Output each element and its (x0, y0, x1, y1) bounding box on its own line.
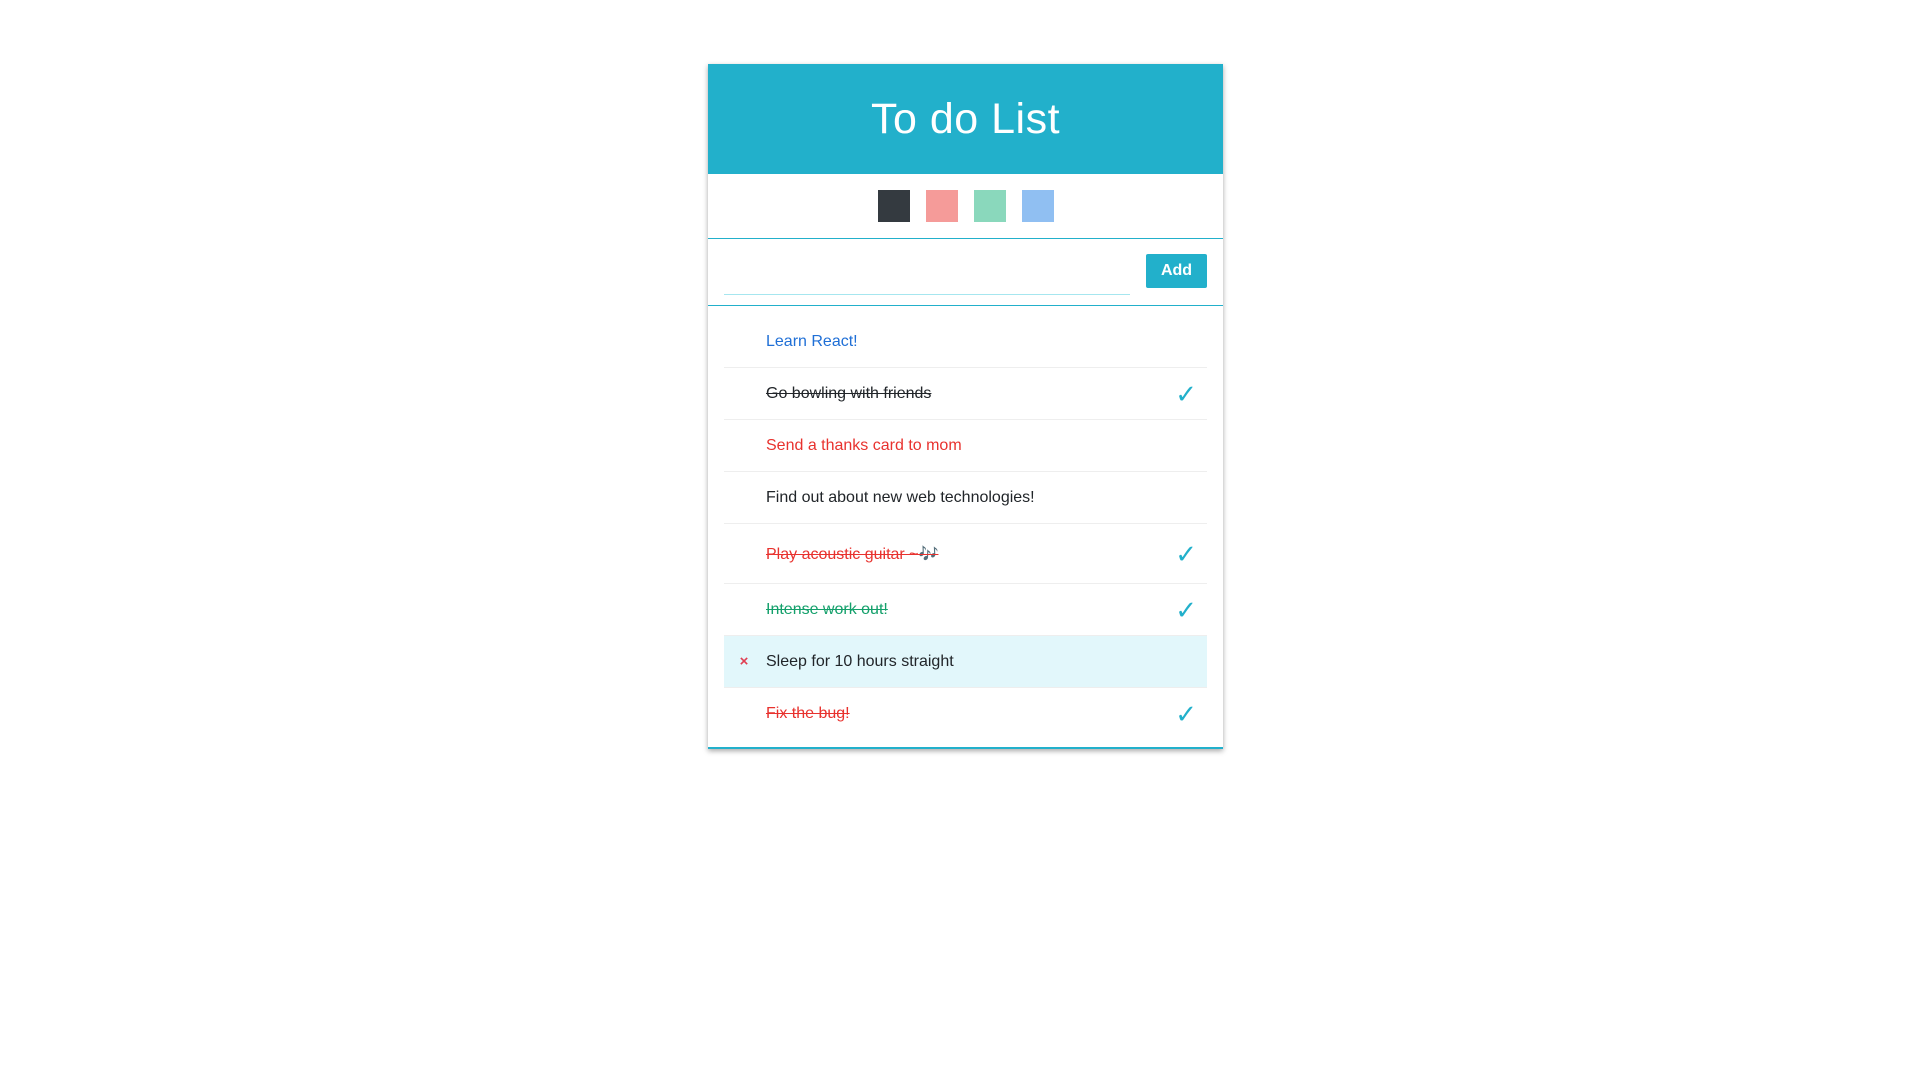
color-swatch-mint[interactable] (973, 190, 1006, 222)
todo-input[interactable] (724, 261, 1130, 295)
check-icon: ✓ (1175, 378, 1197, 409)
todo-item[interactable]: × Sleep for 10 hours straight (724, 636, 1207, 688)
check-icon: ✓ (1175, 538, 1197, 569)
header: To do List (708, 64, 1223, 174)
todo-form: Add (708, 239, 1223, 306)
todo-text: Fix the bug! (766, 704, 850, 722)
todo-item[interactable]: Send a thanks card to mom (724, 420, 1207, 472)
check-icon: ✓ (1175, 698, 1197, 729)
add-button[interactable]: Add (1146, 254, 1207, 288)
todo-item[interactable]: Play acoustic guitar ~🎶 ✓ (724, 524, 1207, 584)
todo-item[interactable]: Go bowling with friends ✓ (724, 368, 1207, 420)
todo-app: To do List Add Learn React! Go bowling w… (708, 64, 1223, 749)
todo-text: Play acoustic guitar ~🎶 (766, 545, 939, 563)
color-swatch-dark[interactable] (877, 190, 910, 222)
color-palette (708, 174, 1223, 239)
todo-item[interactable]: Learn React! (724, 316, 1207, 368)
todo-text: Find out about new web technologies! (766, 488, 1035, 506)
todo-item[interactable]: Fix the bug! ✓ (724, 688, 1207, 739)
todo-item[interactable]: Find out about new web technologies! (724, 472, 1207, 524)
color-swatch-pink[interactable] (925, 190, 958, 222)
todo-item[interactable]: Intense work out! ✓ (724, 584, 1207, 636)
todo-text: Learn React! (766, 332, 858, 350)
todo-text: Intense work out! (766, 600, 888, 618)
todo-text: Send a thanks card to mom (766, 436, 962, 454)
todo-list: Learn React! Go bowling with friends ✓ S… (708, 306, 1223, 747)
page-title: To do List (870, 94, 1061, 143)
remove-icon[interactable]: × (738, 653, 750, 670)
todo-text: Sleep for 10 hours straight (766, 652, 954, 670)
check-icon: ✓ (1175, 594, 1197, 625)
color-swatch-blue[interactable] (1021, 190, 1054, 222)
todo-text: Go bowling with friends (766, 384, 932, 402)
